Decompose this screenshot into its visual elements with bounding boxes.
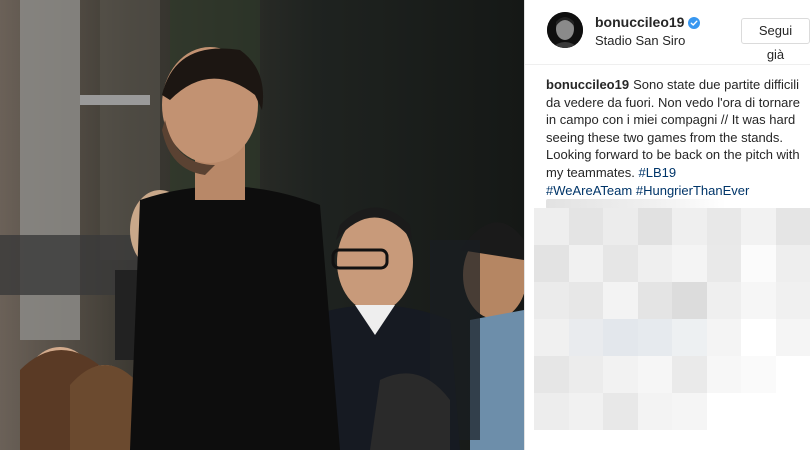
post-username-row: bonuccileo19 <box>595 14 701 30</box>
post-header: bonuccileo19 Stadio San Siro Segui già <box>525 0 810 65</box>
hashtag-link[interactable]: #HungrierThanEver <box>636 183 749 198</box>
profile-avatar[interactable] <box>547 12 583 48</box>
post-photo[interactable] <box>0 0 524 450</box>
post-caption: bonuccileo19 Sono state due partite diffi… <box>546 76 806 199</box>
post-location[interactable]: Stadio San Siro <box>595 33 685 48</box>
pixelated-comments-area <box>534 208 810 430</box>
verified-badge-icon <box>688 16 701 29</box>
hashtag-link[interactable]: #WeAreATeam <box>546 183 632 198</box>
post-panel: bonuccileo19 Stadio San Siro Segui già b… <box>525 0 810 450</box>
post-photo-image <box>0 0 524 450</box>
hashtag-link[interactable]: #LB19 <box>638 165 676 180</box>
post-username[interactable]: bonuccileo19 <box>595 14 684 30</box>
caption-username[interactable]: bonuccileo19 <box>546 77 629 92</box>
following-button[interactable]: Segui già <box>741 18 810 62</box>
avatar-image <box>547 12 583 48</box>
